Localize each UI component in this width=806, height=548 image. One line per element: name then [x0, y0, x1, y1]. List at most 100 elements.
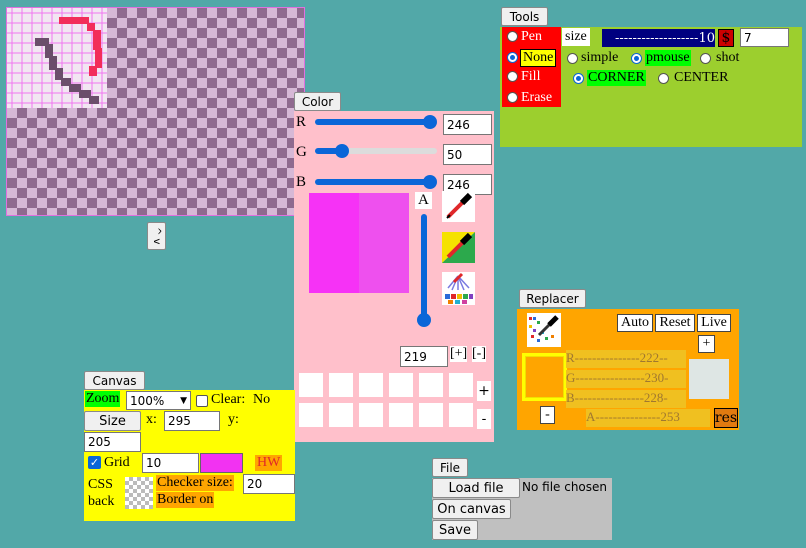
r-label: R	[296, 114, 307, 130]
y-label: y:	[228, 412, 239, 427]
g-label: G	[296, 144, 307, 160]
checker-size-label: Checker size:	[156, 475, 234, 491]
simple-radio[interactable]	[567, 53, 578, 64]
load-file-button[interactable]: Load file	[432, 478, 520, 498]
g-input[interactable]: 50	[443, 144, 492, 165]
replacer-picker-icon[interactable]	[527, 313, 561, 347]
replacer-header-button[interactable]: Replacer	[519, 289, 586, 308]
none-radio[interactable]	[507, 52, 518, 63]
zoom-label: Zoom	[85, 391, 121, 407]
css-back-label: CSS back	[88, 477, 115, 509]
simple-label: simple	[581, 50, 619, 65]
palette-spread-icon[interactable]	[442, 272, 475, 305]
color-picker-fill-icon[interactable]	[442, 232, 475, 263]
checker-size-input[interactable]: 20	[243, 474, 295, 494]
palette-slot[interactable]	[359, 403, 383, 427]
palette-add-label: +	[478, 383, 490, 399]
replacer-remove-button[interactable]: -	[540, 406, 555, 424]
drawing-artwork	[7, 8, 107, 108]
palette-slot[interactable]	[449, 373, 473, 397]
alpha-minus-button[interactable]: [-]	[472, 346, 486, 362]
file-header-button[interactable]: File	[432, 458, 468, 477]
replacer-res-label: res	[714, 410, 738, 426]
shot-label: shot	[716, 50, 740, 65]
grid-label: Grid	[104, 455, 130, 470]
none-label: None	[520, 49, 557, 67]
pmouse-label: pmouse	[645, 50, 691, 66]
r-input[interactable]: 246	[443, 114, 492, 135]
palette-remove-button[interactable]: -	[477, 409, 491, 429]
zoom-select[interactable]: 100% ▼	[126, 391, 191, 410]
on-canvas-button[interactable]: On canvas	[432, 499, 511, 519]
alpha-input[interactable]: 219	[400, 346, 448, 367]
replacer-g-slider[interactable]: G----------------230-	[566, 370, 686, 388]
replacer-r-slider[interactable]: R---------------222--	[566, 350, 686, 368]
palette-slot[interactable]	[419, 403, 443, 427]
dollar-label: $	[721, 30, 731, 46]
tools-header-button[interactable]: Tools	[501, 7, 548, 26]
grid-size-input[interactable]: 10	[142, 453, 199, 473]
erase-radio[interactable]	[507, 92, 518, 103]
dollar-button[interactable]: $	[718, 29, 734, 47]
erase-label: Erase	[521, 90, 553, 105]
y-input[interactable]: 205	[84, 432, 141, 452]
grid-color-swatch[interactable]	[200, 453, 243, 473]
palette-slot[interactable]	[299, 373, 323, 397]
size-label: size	[562, 28, 590, 46]
replacer-a-slider[interactable]: A---------------253	[586, 409, 710, 427]
size-slider[interactable]: -------------------10	[602, 29, 715, 47]
center-label: CENTER	[674, 70, 729, 85]
zoom-value: 100%	[130, 393, 165, 408]
size-button[interactable]: Size	[84, 411, 141, 431]
x-label: x:	[146, 412, 157, 427]
color-header-button[interactable]: Color	[294, 92, 341, 111]
palette-slot[interactable]	[329, 403, 353, 427]
shot-radio[interactable]	[700, 53, 711, 64]
corner-radio[interactable]	[573, 73, 584, 84]
palette-slot[interactable]	[299, 403, 323, 427]
palette-slot[interactable]	[359, 373, 383, 397]
grid-checkbox[interactable]: ✓	[88, 456, 101, 469]
palette-remove-label: -	[481, 411, 487, 427]
fill-radio[interactable]	[507, 71, 518, 82]
pen-label: Pen	[521, 29, 542, 44]
palette-slot[interactable]	[389, 403, 413, 427]
clear-value: No	[253, 392, 271, 407]
b-slider[interactable]	[315, 175, 437, 189]
corner-label: CORNER	[587, 70, 646, 86]
size-input[interactable]: 7	[740, 28, 789, 47]
save-button[interactable]: Save	[432, 520, 478, 540]
palette-slot[interactable]	[419, 373, 443, 397]
palette-slot[interactable]	[389, 373, 413, 397]
palette-slot[interactable]	[449, 403, 473, 427]
pen-radio[interactable]	[507, 31, 518, 42]
eyedropper-icon[interactable]	[442, 191, 475, 222]
palette-slot[interactable]	[329, 373, 353, 397]
r-slider[interactable]	[315, 115, 437, 129]
replacer-live-button[interactable]: Live	[697, 314, 731, 332]
palette-add-button[interactable]: +	[477, 381, 491, 401]
replacer-res-button[interactable]: res	[714, 408, 738, 428]
x-input[interactable]: 295	[164, 411, 220, 431]
clear-checkbox[interactable]	[196, 395, 208, 407]
replacer-add-button[interactable]: +	[698, 335, 715, 353]
replacer-auto-button[interactable]: Auto	[617, 314, 653, 332]
canvas-collapse-toggle[interactable]: ^ v	[147, 222, 166, 250]
replacer-target-swatch[interactable]	[689, 359, 729, 399]
border-on-button[interactable]: Border on	[156, 492, 215, 508]
color-swatch	[309, 193, 409, 293]
replacer-b-slider[interactable]: B----------------228-	[566, 390, 686, 408]
alpha-plus-button[interactable]: [+]	[450, 346, 468, 362]
hw-button[interactable]: HW	[255, 455, 283, 471]
drawing-canvas[interactable]	[6, 7, 305, 216]
size-slider-text: -------------------10	[614, 30, 715, 46]
g-slider[interactable]	[315, 144, 437, 158]
fill-label: Fill	[521, 69, 541, 84]
replacer-reset-button[interactable]: Reset	[655, 314, 695, 332]
alpha-slider[interactable]	[417, 214, 431, 327]
a-label: A	[415, 192, 432, 209]
canvas-header-button[interactable]: Canvas	[84, 371, 145, 390]
replacer-source-swatch[interactable]	[522, 353, 567, 401]
pmouse-radio[interactable]	[631, 53, 642, 64]
center-radio[interactable]	[658, 73, 669, 84]
